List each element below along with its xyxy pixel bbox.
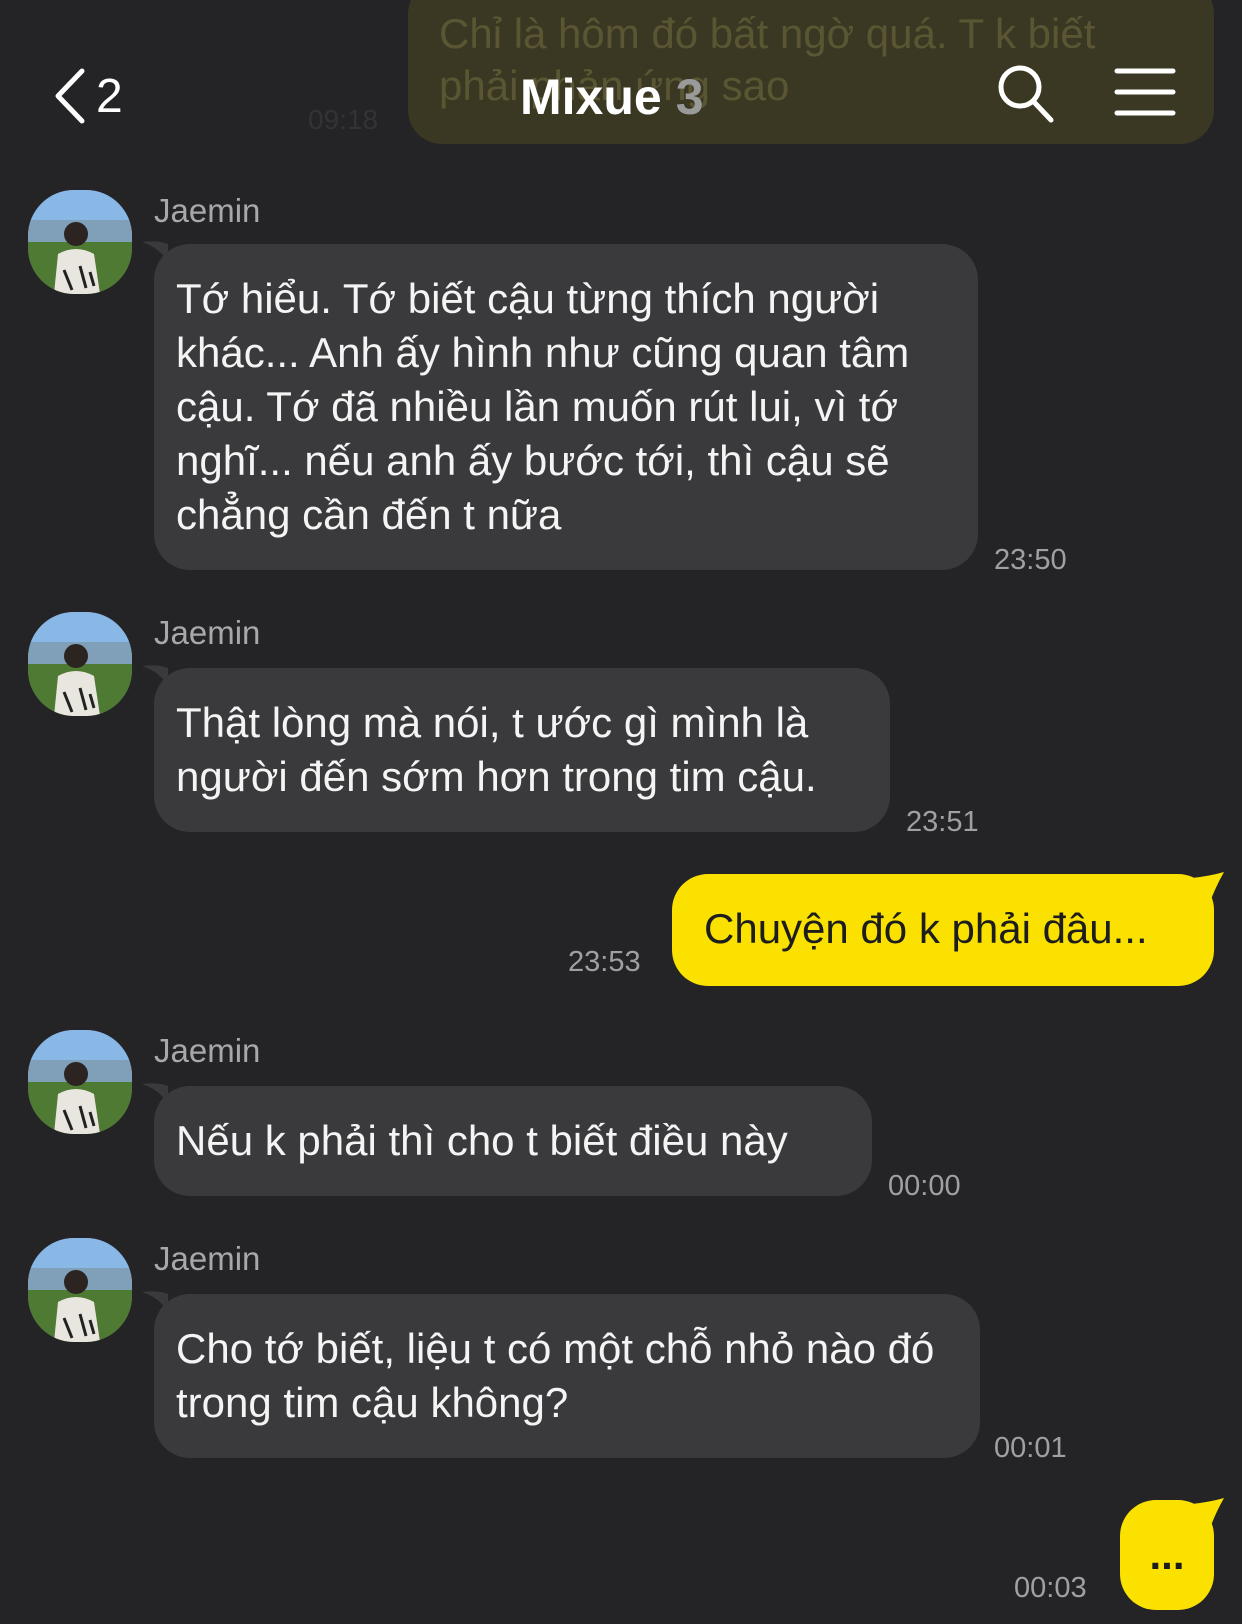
bubble-tail <box>1192 1498 1224 1528</box>
message-time: 23:50 <box>994 544 1067 576</box>
sender-name: Jaemin <box>154 192 261 229</box>
message-time: 23:53 <box>568 946 641 978</box>
outgoing-message-bubble[interactable]: Chuyện đó k phải đâu... <box>672 874 1214 986</box>
message-time: 00:00 <box>888 1170 961 1202</box>
sender-name: Jaemin <box>154 1240 261 1277</box>
search-icon <box>996 65 1056 130</box>
chat-room-name: Mixue <box>520 69 662 125</box>
message-bubble[interactable]: Nếu k phải thì cho t biết điều này <box>154 1086 872 1196</box>
hamburger-menu-icon <box>1114 68 1176 122</box>
message-bubble[interactable]: Cho tớ biết, liệu t có một chỗ nhỏ nào đ… <box>154 1294 980 1458</box>
message-time: 00:03 <box>1014 1572 1087 1604</box>
message-bubble[interactable]: Thật lòng mà nói, t ước gì mình là người… <box>154 668 890 832</box>
sender-name: Jaemin <box>154 614 261 651</box>
sender-name: Jaemin <box>154 1032 261 1069</box>
search-button[interactable] <box>996 62 1056 126</box>
member-count: 3 <box>675 69 704 125</box>
chat-header: 2 Mixue 3 <box>0 0 1242 170</box>
menu-button[interactable] <box>1114 66 1176 118</box>
chat-title: Mixue 3 <box>520 62 704 132</box>
avatar[interactable] <box>28 190 132 294</box>
unread-count: 2 <box>96 69 123 123</box>
message-bubble[interactable]: Tớ hiểu. Tớ biết cậu từng thích người kh… <box>154 244 978 570</box>
chevron-left-icon <box>52 67 86 125</box>
message-time: 23:51 <box>906 806 979 838</box>
avatar[interactable] <box>28 612 132 716</box>
bubble-tail <box>1192 872 1224 902</box>
avatar[interactable] <box>28 1238 132 1342</box>
back-button[interactable]: 2 <box>52 58 123 134</box>
avatar[interactable] <box>28 1030 132 1134</box>
message-time: 00:01 <box>994 1432 1067 1464</box>
